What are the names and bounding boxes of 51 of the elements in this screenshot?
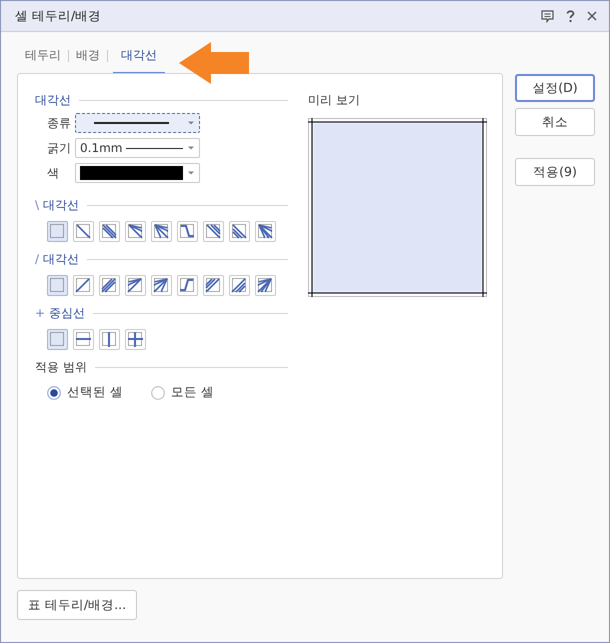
section-title: 대각선 (35, 92, 71, 108)
diagonal-line-option[interactable] (47, 221, 68, 242)
dialog-button[interactable]: 적용(9) (515, 158, 595, 186)
preview-title: 미리 보기 (308, 92, 361, 108)
diagonal-line-option[interactable] (229, 275, 250, 296)
diagonal-line-option[interactable] (125, 221, 146, 242)
dropdown[interactable] (75, 163, 200, 183)
tab[interactable]: 테두리 (23, 37, 63, 74)
help-icon[interactable] (566, 10, 575, 22)
radio-option[interactable]: 선택된 셀 (47, 384, 123, 401)
center-line-option[interactable] (47, 329, 68, 350)
diagonal-line-option[interactable] (151, 275, 172, 296)
table-border-button[interactable]: 표 테두리/배경... (17, 590, 137, 620)
field-label: 종류 (47, 114, 72, 132)
diagonal-line-option[interactable] (99, 221, 120, 242)
pointer-arrow (179, 42, 249, 84)
diagonal-line-option[interactable] (151, 221, 172, 242)
section-title: + 중심선 (35, 304, 86, 322)
close-icon[interactable] (587, 11, 597, 21)
dialog-button[interactable]: 취소 (515, 108, 595, 136)
radio-option[interactable]: 모든 셀 (150, 384, 214, 401)
diagonal-line-option[interactable] (125, 275, 146, 296)
field-label: 색 (47, 164, 60, 182)
diagonal-line-option[interactable] (177, 221, 198, 242)
thickness-value: 0.1mm (80, 141, 122, 155)
diagonal-line-option[interactable] (203, 275, 224, 296)
field-label: 굵기 (47, 140, 72, 156)
diagonal-line-option[interactable] (73, 221, 94, 242)
dropdown[interactable] (75, 113, 200, 133)
center-line-option[interactable] (125, 329, 146, 350)
tab[interactable]: 배경 (74, 37, 102, 74)
dropdown[interactable]: 0.1mm (75, 138, 200, 158)
dropdown-caret-icon (187, 170, 195, 176)
diagonal-line-option[interactable] (203, 221, 224, 242)
diagonal-line-option[interactable] (177, 275, 198, 296)
diagonal-line-option[interactable] (255, 221, 276, 242)
diagonal-line-option[interactable] (255, 275, 276, 296)
dropdown-caret-icon (187, 145, 195, 151)
section-title: \ 대각선 (35, 196, 80, 214)
center-line-option[interactable] (99, 329, 120, 350)
dialog-button[interactable]: 설정(D) (515, 74, 595, 102)
section-title: 적용 범위 (35, 358, 87, 376)
diagonal-line-option[interactable] (73, 275, 94, 296)
comment-icon[interactable] (541, 10, 554, 22)
diagonal-line-option[interactable] (229, 221, 250, 242)
window-title: 셀 테두리/배경 (15, 8, 102, 24)
diagonal-line-option[interactable] (47, 275, 68, 296)
center-line-option[interactable] (73, 329, 94, 350)
section-title: / 대각선 (35, 250, 80, 268)
dropdown-caret-icon (187, 120, 195, 126)
diagonal-line-option[interactable] (99, 275, 120, 296)
